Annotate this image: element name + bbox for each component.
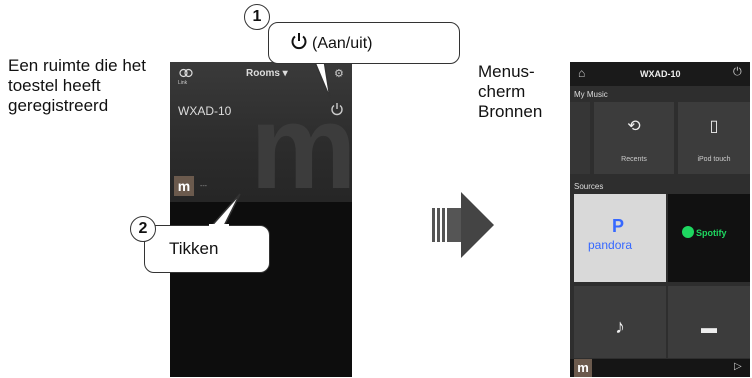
ipod-icon: ▯ [709, 118, 719, 135]
sources-heading: Sources [574, 182, 604, 191]
pandora-logo-icon: P [612, 216, 625, 236]
music-library-tile[interactable]: ♪ [574, 286, 666, 358]
top-bar: ⌂ WXAD-10 ⏻ [570, 62, 750, 86]
pandora-label: pandora [588, 238, 633, 252]
music-note-icon: ♪ [615, 316, 625, 338]
spotify-tile[interactable]: Spotify [668, 194, 750, 282]
power-icon [290, 32, 308, 55]
device-title: WXAD-10 [640, 69, 681, 79]
step-number-2: 2 [130, 216, 156, 242]
recents-tile[interactable]: ⟲ Recents [594, 102, 674, 174]
link-label: Link [178, 80, 188, 86]
callout-tap-label: Tikken [169, 239, 219, 258]
device-name: WXAD-10 [178, 104, 232, 118]
scroll-tile-edge [570, 102, 590, 174]
rooms-dropdown[interactable]: Rooms ▾ [246, 68, 288, 79]
spotify-logo-icon [682, 226, 694, 238]
pandora-tile[interactable]: P pandora [574, 194, 666, 282]
play-icon[interactable]: ▷ [734, 361, 742, 372]
callout-power-label: (Aan/uit) [312, 34, 373, 52]
my-music-heading: My Music [574, 90, 608, 99]
now-playing-text: --- [200, 183, 207, 190]
phone-menu-screen: ⌂ WXAD-10 ⏻ My Music ⟲ Recents ▯ iPod to… [570, 62, 750, 377]
mini-player[interactable]: m ▷ [570, 359, 750, 377]
transition-arrow-icon [432, 192, 494, 258]
folder-tile[interactable]: ▬ [668, 286, 750, 358]
step-number-1: 1 [244, 4, 270, 30]
album-thumbnail: m [574, 359, 592, 377]
recents-icon: ⟲ [627, 118, 641, 135]
home-icon[interactable]: ⌂ [578, 66, 585, 80]
ipod-touch-tile[interactable]: ▯ iPod touch [678, 102, 750, 174]
left-caption: Een ruimte die het toestel heeft geregis… [8, 56, 146, 115]
right-caption: Menus-cherm Bronnen [478, 62, 543, 121]
folder-icon: ▬ [701, 320, 717, 337]
power-icon[interactable]: ⏻ [733, 66, 742, 79]
spotify-label: Spotify [696, 228, 727, 238]
